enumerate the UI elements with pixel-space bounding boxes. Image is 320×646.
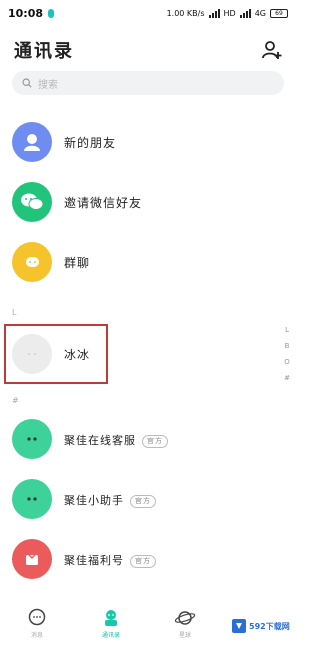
watermark-logo-icon (232, 619, 246, 633)
official-account-label: 聚佳小助手 官方 (64, 492, 156, 508)
bot-avatar-icon (12, 419, 52, 459)
section-letter-l: L (12, 308, 17, 317)
network-type: 4G (254, 8, 266, 18)
official-account-name: 聚佳小助手 (64, 494, 124, 507)
index-letter[interactable]: L (284, 326, 290, 334)
tab-planet[interactable]: 星球 (148, 604, 222, 646)
watermark: 592下载网 (232, 612, 292, 640)
search-icon (22, 78, 32, 88)
invite-wechat-item[interactable]: 邀请微信好友 (0, 174, 296, 230)
contacts-icon (105, 610, 117, 626)
chat-bubble-icon (28, 608, 46, 626)
search-input[interactable]: 搜索 (12, 71, 284, 95)
tab-label: 星球 (178, 632, 191, 639)
official-badge: 官方 (142, 434, 168, 448)
official-badge: 官方 (130, 554, 156, 568)
index-letter[interactable]: # (284, 374, 290, 382)
group-chat-label: 群聊 (64, 255, 91, 270)
new-friends-item[interactable]: 新的朋友 (0, 114, 296, 170)
index-letter[interactable]: O (284, 358, 290, 366)
add-friend-button[interactable] (260, 38, 284, 62)
gift-icon (12, 539, 52, 579)
invite-wechat-label: 邀请微信好友 (64, 195, 143, 210)
wechat-icon (12, 182, 52, 222)
tab-contacts[interactable]: 通讯录 (74, 604, 148, 646)
official-account-label: 聚佳福利号 官方 (64, 552, 156, 568)
group-chat-icon (12, 242, 52, 282)
bot-avatar-icon (12, 479, 52, 519)
official-account-name: 聚佳福利号 (64, 554, 124, 567)
official-account-item[interactable]: 聚佳在线客服 官方 (0, 414, 296, 464)
status-indicators: 1.00 KB/s HD 4G 69 (166, 8, 288, 18)
network-speed: 1.00 KB/s (166, 8, 205, 18)
search-placeholder: 搜索 (38, 79, 58, 91)
watermark-text: 592下载网 (249, 621, 290, 631)
section-letter-hash: # (12, 396, 19, 405)
app-notification-icon (48, 8, 55, 18)
official-account-item[interactable]: 聚佳小助手 官方 (0, 474, 296, 524)
new-friends-label: 新的朋友 (64, 135, 117, 150)
official-account-name: 聚佳在线客服 (64, 434, 136, 447)
header: 通讯录 (0, 30, 296, 70)
group-chat-item[interactable]: 群聊 (0, 234, 296, 290)
status-time: 10:08 (8, 6, 44, 20)
battery-icon: 69 (270, 8, 288, 18)
official-badge: 官方 (130, 494, 156, 508)
tab-label: 消息 (30, 632, 43, 639)
tab-messages[interactable]: 消息 (0, 604, 74, 646)
signal-icon (208, 8, 220, 18)
alphabet-index[interactable]: L B O # (284, 326, 290, 382)
tab-label: 通讯录 (101, 632, 120, 639)
page-title: 通讯录 (14, 41, 74, 62)
add-person-icon (262, 41, 282, 59)
person-icon (12, 122, 52, 162)
status-bar: 10:08 1.00 KB/s HD 4G 69 (0, 0, 296, 26)
hd-label: HD (223, 8, 236, 18)
highlight-annotation (4, 324, 108, 384)
planet-icon (174, 611, 196, 625)
official-account-item[interactable]: 聚佳福利号 官方 (0, 534, 296, 584)
official-account-label: 聚佳在线客服 官方 (64, 432, 168, 448)
index-letter[interactable]: B (284, 342, 290, 350)
signal-icon-2 (239, 8, 251, 18)
